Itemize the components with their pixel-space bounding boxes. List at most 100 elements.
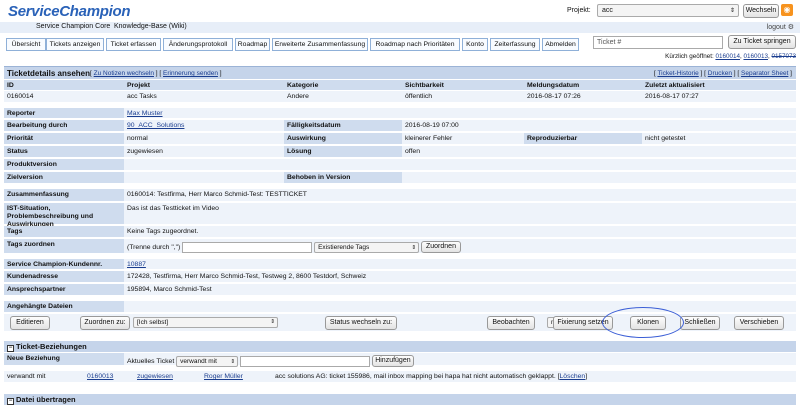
tab-roadmap-priorities[interactable]: Roadmap nach Prioritäten bbox=[370, 38, 460, 51]
relation-ticket-link[interactable]: 0160013 bbox=[87, 373, 113, 380]
collapse-icon[interactable]: − bbox=[7, 398, 14, 405]
due-value: 2016-08-19 07:00 bbox=[402, 120, 796, 131]
product-version-row: Produktversion bbox=[4, 159, 796, 171]
recent-link[interactable]: 0160014 bbox=[715, 53, 740, 60]
handler-row: Bearbeitung durch 90_ACC_Solutions Fälli… bbox=[4, 120, 796, 132]
target-version-value bbox=[124, 172, 284, 183]
customer-no-link[interactable]: 10887 bbox=[127, 261, 146, 268]
recent-label: Kürzlich geöffnet: bbox=[665, 53, 714, 60]
print-link[interactable]: Drucken bbox=[708, 70, 732, 77]
tags-input[interactable] bbox=[182, 241, 313, 253]
priority-row: Priorität normal Auswirkung kleinerer Fe… bbox=[4, 133, 796, 145]
logout-text: logout bbox=[766, 24, 786, 31]
relation-type: verwandt mit bbox=[7, 373, 46, 380]
add-relation-button[interactable]: Hinzufügen bbox=[371, 355, 414, 367]
resolution-label: Lösung bbox=[284, 146, 402, 157]
attachments-row: Angehängte Dateien bbox=[4, 301, 796, 313]
handler-link[interactable]: 90_ACC_Solutions bbox=[127, 122, 184, 129]
observe-button[interactable]: Beobachten bbox=[487, 316, 535, 330]
project-select[interactable]: acc ⇕ bbox=[597, 4, 739, 17]
relations-title: Ticket-Beziehungen bbox=[16, 342, 87, 351]
goto-notes-link[interactable]: Zu Notizen wechseln bbox=[94, 70, 154, 77]
details-columns-row: ID Projekt Kategorie Sichtbarkeit Meldun… bbox=[4, 80, 796, 91]
reporter-value: Max Muster bbox=[124, 108, 796, 118]
details-header: Ticketdetails ansehen [ Zu Notizen wechs… bbox=[4, 66, 796, 79]
select-arrows-icon: ⇕ bbox=[729, 8, 735, 14]
relation-user-link[interactable]: Roger Müller bbox=[204, 373, 243, 380]
history-link[interactable]: Ticket-Historie bbox=[657, 70, 698, 77]
address-label: Kundenadresse bbox=[4, 271, 124, 282]
delete-relation-link[interactable]: Löschen bbox=[560, 373, 586, 380]
attachments-value bbox=[124, 301, 796, 312]
change-status-button[interactable]: Status wechseln zu: bbox=[325, 316, 397, 330]
relation-status-link[interactable]: zugewiesen bbox=[137, 373, 173, 380]
tab-roadmap[interactable]: Roadmap bbox=[235, 38, 270, 51]
tags-value: Keine Tags zugeordnet. bbox=[124, 226, 796, 237]
tab-changelog[interactable]: Änderungsprotokoll bbox=[163, 38, 233, 51]
move-button[interactable]: Verschieben bbox=[734, 316, 784, 330]
assign-tags-label: Tags zuordnen bbox=[4, 239, 124, 253]
assign-tags-button[interactable]: Zuordnen bbox=[420, 241, 461, 253]
tab-logout[interactable]: Abmelden bbox=[542, 38, 579, 51]
tab-extended-summary[interactable]: Erweiterte Zusammenfassung bbox=[272, 38, 368, 51]
relation-ticket-input[interactable] bbox=[240, 355, 371, 367]
recent-link[interactable]: 0160013 bbox=[743, 53, 768, 60]
recent-link[interactable]: 0157073 bbox=[771, 53, 796, 60]
ticket-report-date: 2016-08-17 07:26 bbox=[524, 91, 642, 102]
status-value: zugewiesen bbox=[124, 146, 284, 157]
assign-to-select[interactable]: [Ich selbst] ⇕ bbox=[133, 317, 278, 328]
new-relation-controls: Aktuelles Ticket verwandt mit ⇕ Hinzufüge… bbox=[124, 353, 796, 367]
reporter-link[interactable]: Max Muster bbox=[127, 110, 163, 117]
close-ticket-button[interactable]: Schließen bbox=[680, 316, 720, 330]
existing-tags-select[interactable]: Existierende Tags ⇕ bbox=[314, 241, 420, 253]
relations-header[interactable]: − Ticket-Beziehungen bbox=[4, 341, 796, 352]
col-project: Projekt bbox=[124, 80, 284, 90]
nav-core[interactable]: Service Champion Core bbox=[36, 23, 110, 30]
description-value: Das ist das Testticket im Video bbox=[124, 203, 796, 224]
logout-link[interactable]: logout ⚙ bbox=[767, 23, 794, 31]
tab-account[interactable]: Konto bbox=[462, 38, 488, 51]
tab-view-tickets[interactable]: Tickets anzeigen bbox=[46, 38, 104, 51]
ticket-number-input[interactable]: Ticket # bbox=[593, 36, 723, 49]
target-version-label: Zielversion bbox=[4, 172, 124, 183]
jump-to-ticket-button[interactable]: Zu Ticket springen bbox=[728, 35, 796, 49]
description-label: IST-Situation, Problembeschreibung und A… bbox=[4, 203, 124, 228]
select-arrows-icon: ⇕ bbox=[411, 244, 417, 251]
address-value: 172428, Testfirma, Herr Marco Schmid-Tes… bbox=[124, 271, 796, 282]
relation-status: zugewiesen bbox=[134, 371, 194, 382]
edit-button[interactable]: Editieren bbox=[10, 316, 50, 330]
ticket-last-updated: 2016-08-17 07:27 bbox=[642, 91, 796, 102]
product-version-label: Produktversion bbox=[4, 159, 124, 170]
contact-label: Ansprechspartner bbox=[4, 284, 124, 295]
ticket-id: 0160014 bbox=[4, 91, 124, 102]
relation-type-select[interactable]: verwandt mit ⇕ bbox=[176, 355, 239, 367]
relation-type-value: verwandt mit bbox=[180, 357, 217, 365]
details-title: Ticketdetails ansehen bbox=[7, 69, 90, 78]
nav-kb[interactable]: Knowledge-Base (Wiki) bbox=[114, 23, 187, 30]
upload-header[interactable]: − Datei übertragen bbox=[4, 394, 796, 405]
col-category: Kategorie bbox=[284, 80, 402, 90]
tab-time-tracking[interactable]: Zeiterfassung bbox=[490, 38, 540, 51]
app-logo[interactable]: ServiceChampion bbox=[8, 3, 131, 20]
contact-value: 195894, Marco Schmid-Test bbox=[124, 284, 796, 295]
relation-row: verwandt mit 0160013 zugewiesen Roger Mü… bbox=[4, 371, 796, 383]
collapse-icon[interactable]: − bbox=[7, 345, 14, 352]
status-label: Status bbox=[4, 146, 124, 157]
resolution-value: offen bbox=[402, 146, 796, 157]
repro-label: Reproduzierbar bbox=[524, 133, 642, 144]
summary-row: Zusammenfassung 0160014: Testfirma, Herr… bbox=[4, 189, 796, 202]
project-label: Projekt: bbox=[567, 7, 591, 14]
reporter-row: Reporter Max Muster bbox=[4, 108, 796, 119]
tab-report-ticket[interactable]: Ticket erfassen bbox=[106, 38, 161, 51]
rss-icon[interactable]: ◉ bbox=[781, 4, 793, 16]
separator-sheet-link[interactable]: Separator Sheet bbox=[741, 70, 788, 77]
relation-user: Roger Müller bbox=[201, 371, 261, 382]
spacer bbox=[4, 255, 796, 258]
handler-value: 90_ACC_Solutions bbox=[124, 120, 284, 131]
switch-project-button[interactable]: Wechseln bbox=[743, 4, 779, 18]
summary-label: Zusammenfassung bbox=[4, 189, 124, 201]
send-reminder-link[interactable]: Erinnerung senden bbox=[163, 70, 218, 77]
select-arrows-icon: ⇕ bbox=[270, 319, 275, 325]
assign-to-button[interactable]: Zuordnen zu: bbox=[80, 316, 130, 330]
tab-overview[interactable]: Übersicht bbox=[6, 38, 46, 51]
